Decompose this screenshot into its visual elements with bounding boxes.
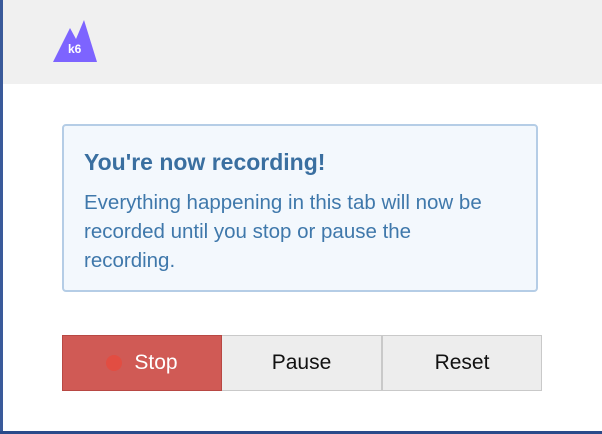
record-dot-icon: [106, 355, 123, 371]
reset-button-label: Reset: [434, 351, 490, 374]
alert-title: You're now recording!: [84, 149, 326, 175]
alert-message: Everything happening in this tab will no…: [84, 191, 482, 272]
pause-button-label: Pause: [271, 351, 332, 374]
header-bar: k6: [3, 0, 602, 84]
reset-button[interactable]: Reset: [382, 335, 542, 391]
stop-button-label: Stop: [134, 351, 178, 374]
recording-controls: Stop Pause Reset: [62, 335, 542, 391]
logo-text: k6: [68, 42, 82, 56]
stop-button[interactable]: Stop: [62, 335, 222, 391]
pause-button[interactable]: Pause: [222, 335, 382, 391]
recording-alert: You're now recording! Everything happeni…: [62, 124, 538, 292]
k6-logo: k6: [51, 20, 99, 64]
